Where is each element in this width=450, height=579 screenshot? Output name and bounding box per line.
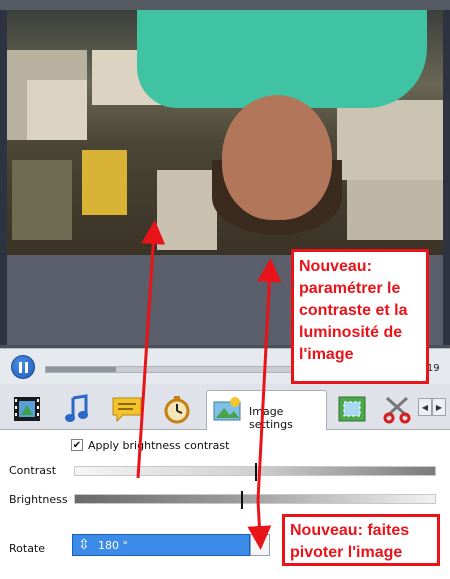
tab-timing[interactable] [157,392,197,426]
brightness-slider[interactable] [74,491,436,509]
tab-crop[interactable] [332,392,372,426]
face [222,95,332,220]
subtitle-icon [112,397,142,423]
music-note-icon [65,394,88,422]
rotate-icon: ⇳ [78,537,90,553]
contrast-slider[interactable] [74,463,436,481]
pause-icon [19,362,22,373]
film-icon [14,397,40,421]
tab-audio[interactable] [57,392,97,426]
chevron-down-icon: ▼ [256,540,264,550]
tab-cut[interactable] [378,392,418,426]
rotate-select[interactable]: ⇳ 180 ° [72,534,250,556]
contrast-label: Contrast [9,464,57,477]
video-top-strip [0,0,450,10]
shirt [137,10,427,108]
annotation-contrast-brightness: Nouveau: paramétrer le contraste et la l… [291,249,429,384]
apply-brightness-contrast-checkbox[interactable]: ✔ [71,439,83,451]
scissors-icon [383,396,411,424]
tab-subtitles[interactable] [107,392,147,426]
stopwatch-icon [164,396,190,424]
tab-bar: Image settings ◀ ▶ [0,384,450,431]
contrast-slider-thumb[interactable] [255,463,257,481]
pause-button[interactable] [11,355,35,379]
seek-progress [46,367,116,372]
rotate-label: Rotate [9,542,46,555]
rotate-dropdown-button[interactable]: ▼ [250,534,270,556]
image-settings-icon [213,397,241,421]
tab-video[interactable] [7,392,47,426]
rotate-value: 180 ° [98,539,128,552]
crop-icon [338,396,366,422]
video-frame [7,10,443,255]
tab-image-settings[interactable]: Image settings [206,390,327,431]
brightness-slider-thumb[interactable] [240,491,243,509]
annotation-rotate: Nouveau: faites pivoter l'image [282,514,440,566]
tab-scroll-left[interactable]: ◀ [418,398,432,416]
tab-image-settings-label: Image settings [249,405,293,431]
apply-brightness-contrast-label: Apply brightness contrast [88,439,230,452]
tab-scroll-right[interactable]: ▶ [432,398,446,416]
brightness-label: Brightness [9,493,68,506]
tab-scroll: ◀ ▶ [418,398,446,416]
